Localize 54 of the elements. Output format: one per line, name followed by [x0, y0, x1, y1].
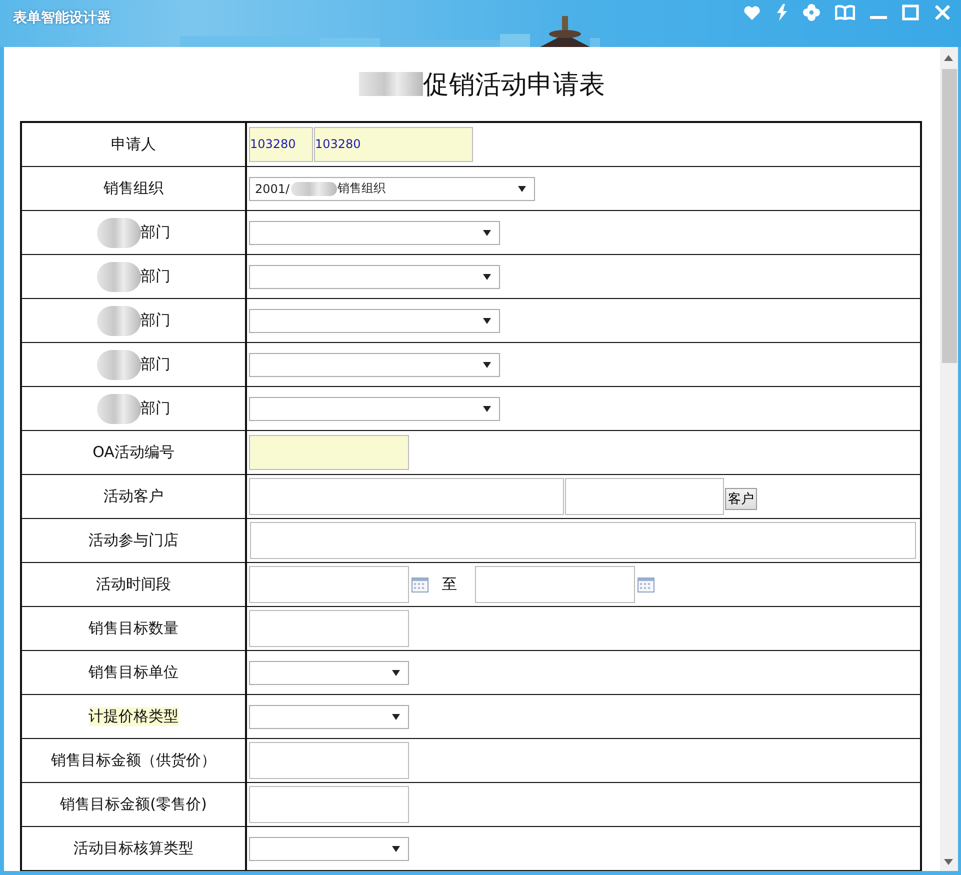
close-icon[interactable] [934, 4, 951, 21]
field-label: 部门 [140, 311, 170, 330]
field-label: 部门 [140, 399, 170, 418]
calendar-icon[interactable] [411, 576, 429, 593]
field-label: 部门 [140, 355, 170, 374]
input-field[interactable] [249, 478, 564, 515]
input-field[interactable] [249, 742, 409, 779]
field-label: 活动客户 [104, 487, 164, 506]
range-separator: 至 [442, 575, 457, 594]
flower-icon[interactable] [803, 4, 820, 21]
caret-icon[interactable] [392, 670, 400, 676]
scroll-down-icon[interactable] [944, 859, 953, 865]
caret-icon[interactable] [483, 362, 491, 368]
caret-icon[interactable] [483, 230, 491, 236]
caret-icon[interactable] [392, 714, 400, 720]
caret-icon[interactable] [518, 186, 526, 192]
input-field[interactable]: 103280 [249, 127, 313, 162]
field-label: 活动时间段 [96, 575, 171, 594]
input-field[interactable] [249, 786, 409, 823]
scroll-thumb[interactable] [942, 69, 957, 363]
field-label: 部门 [140, 267, 170, 286]
field-label: OA活动编号 [92, 443, 174, 462]
field-label: 销售目标数量 [88, 619, 178, 638]
dropdown[interactable]: 2001/ 销售组织 [249, 176, 535, 200]
field-label: 销售目标金额（供货价） [51, 751, 216, 770]
date-field[interactable] [249, 566, 409, 603]
maximize-icon[interactable] [902, 4, 919, 21]
scroll-up-icon[interactable] [944, 55, 953, 61]
form-title: 促销活动申请表 [423, 68, 605, 102]
book-icon[interactable] [835, 5, 855, 20]
scrollbar[interactable] [940, 47, 958, 871]
window-title: 表单智能设计器 [13, 9, 111, 27]
customer-button[interactable]: 客户 [725, 488, 757, 510]
input-field[interactable] [250, 522, 916, 559]
caret-icon[interactable] [392, 846, 400, 852]
field-label: 申请人 [111, 135, 156, 154]
field-label: 部门 [140, 223, 170, 242]
field-label: 计提价格类型 [88, 707, 178, 726]
caret-icon[interactable] [483, 274, 491, 280]
field-label: 销售组织 [104, 179, 164, 198]
caret-icon[interactable] [483, 318, 491, 324]
date-field[interactable] [475, 566, 635, 603]
lightning-icon[interactable] [776, 4, 788, 21]
calendar-icon[interactable] [637, 576, 655, 593]
heart-icon[interactable] [743, 4, 761, 20]
input-field[interactable]: 103280 [314, 127, 473, 162]
input-field[interactable] [565, 478, 724, 515]
caret-icon[interactable] [483, 406, 491, 412]
input-field[interactable] [249, 610, 409, 647]
field-label: 销售目标单位 [88, 663, 178, 682]
input-field[interactable] [249, 435, 409, 470]
field-label: 活动参与门店 [88, 531, 178, 550]
field-label: 销售目标金额(零售价) [60, 795, 207, 814]
field-label: 活动目标核算类型 [74, 839, 194, 858]
